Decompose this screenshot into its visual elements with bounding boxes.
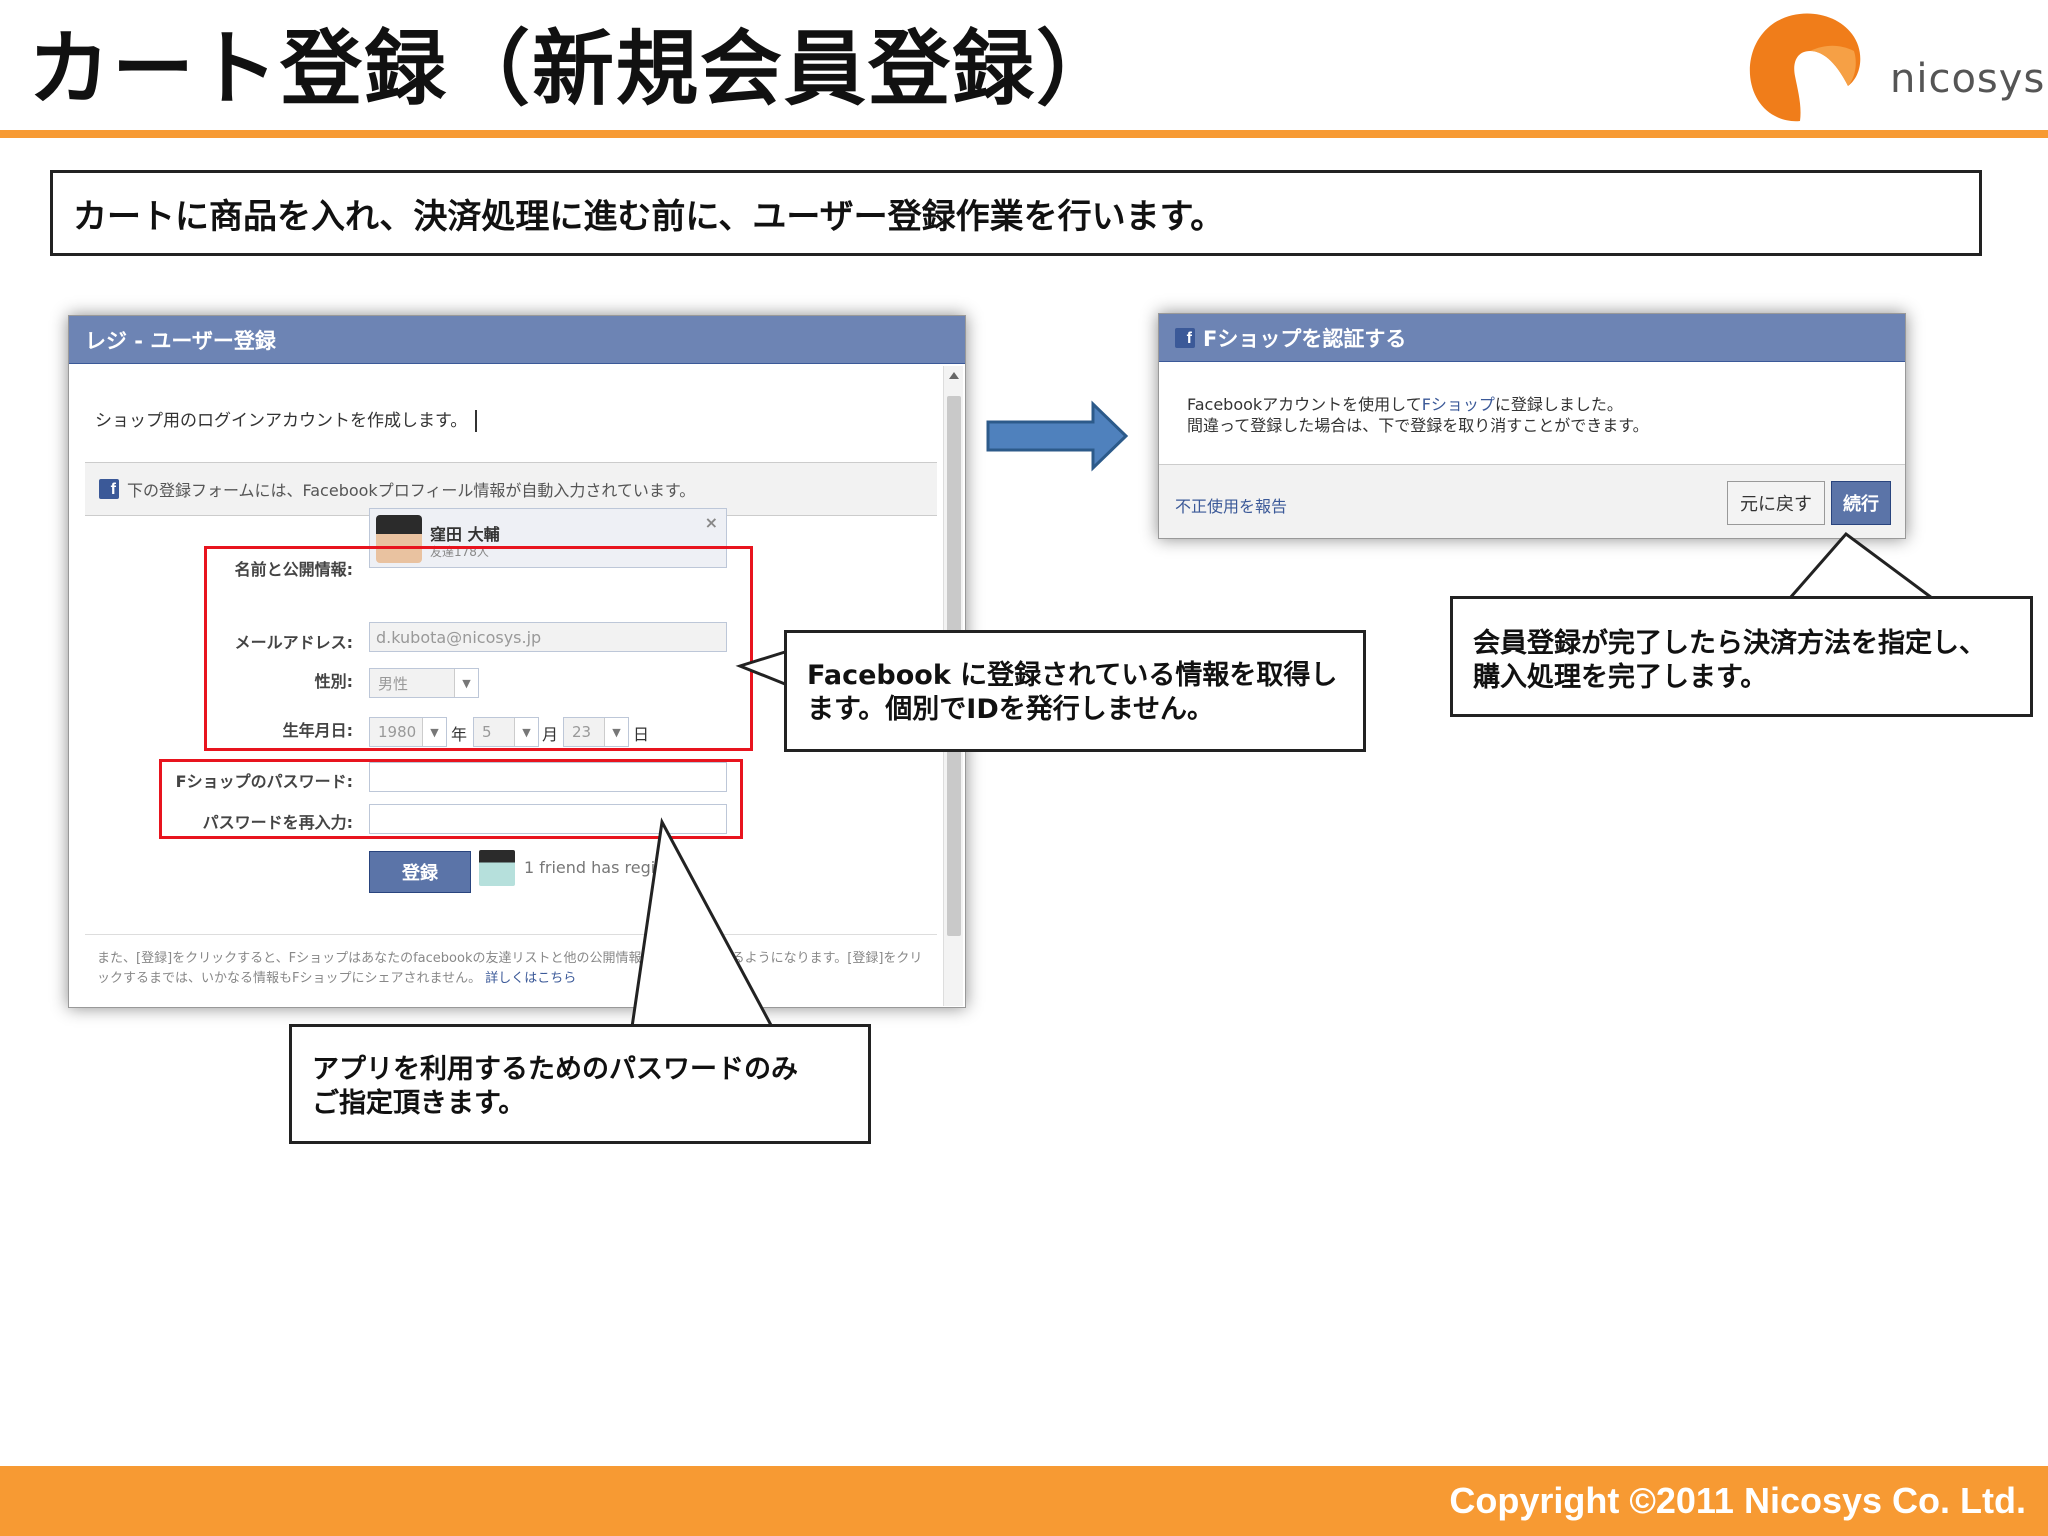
learn-more-link[interactable]: 詳しくはこちら [485, 971, 576, 986]
facebook-icon: f [99, 479, 119, 499]
slide-title: カート登録（新規会員登録） [28, 22, 1121, 117]
close-icon[interactable]: × [705, 513, 718, 532]
auth-dialog: f Fショップを認証する Facebookアカウントを使用してFショップに登録し… [1158, 313, 1906, 539]
autofill-notice-text: 下の登録フォームには、Facebookプロフィール情報が自動入力されています。 [127, 481, 696, 500]
callout-facebook-line-1: Facebook に登録されている情報を取得し [807, 660, 1338, 691]
friend-registered-text: 1 friend has regis [524, 858, 664, 877]
intro-text: カートに商品を入れ、決済処理に進む前に、ユーザー登録作業を行います。 [73, 196, 1225, 237]
register-dialog-titlebar: レジ - ユーザー登録 [69, 316, 965, 364]
friend-avatar [479, 850, 515, 886]
text-cursor [475, 410, 478, 432]
register-button[interactable]: 登録 [369, 851, 471, 893]
profile-name: 窪田 大輔 [430, 525, 500, 544]
logo-text: nicosys [1890, 56, 2046, 102]
callout-facebook-info: Facebook に登録されている情報を取得し ます。個別でIDを発行しません。 [784, 630, 1366, 752]
arrow-right-icon [986, 400, 1129, 472]
password-highlight [159, 759, 743, 839]
callout-pointer-complete [1788, 531, 1933, 600]
register-intro-text: ショップ用のログインアカウントを作成します。 [95, 411, 468, 431]
auth-dialog-titlebar: f Fショップを認証する [1159, 314, 1905, 362]
register-intro: ショップ用のログインアカウントを作成します。 [95, 406, 478, 432]
callout-complete-line-1: 会員登録が完了したら決済方法を指定し、 [1473, 628, 1986, 659]
auth-message-line-1: Facebookアカウントを使用してFショップに登録しました。 [1187, 394, 1649, 415]
auth-message-line-2: 間違って登録した場合は、下で登録を取り消すことができます。 [1187, 416, 1649, 435]
revert-button[interactable]: 元に戻す [1727, 481, 1825, 525]
auth-message-post: に登録しました。 [1494, 395, 1623, 414]
header-divider [0, 130, 2048, 138]
auth-dialog-title: Fショップを認証する [1203, 326, 1407, 351]
report-abuse-link[interactable]: 不正使用を報告 [1175, 493, 1287, 517]
continue-button[interactable]: 続行 [1831, 481, 1891, 525]
auth-message: Facebookアカウントを使用してFショップに登録しました。 間違って登録した… [1187, 394, 1649, 436]
callout-facebook-line-2: ます。個別でIDを発行しません。 [807, 694, 1214, 725]
callout-password-line-2: ご指定頂きます。 [312, 1088, 526, 1119]
facebook-info-highlight [204, 546, 753, 751]
callout-password: アプリを利用するためのパスワードのみ ご指定頂きます。 [289, 1024, 871, 1144]
register-dialog-footer: また、[登録]をクリックすると、Fショップはあなたのfacebookの友達リスト… [85, 934, 937, 989]
auth-message-pre: Facebookアカウントを使用して [1187, 395, 1422, 414]
auth-dialog-footer: 不正使用を報告 元に戻す 続行 [1159, 464, 1905, 538]
callout-complete-line-2: 購入処理を完了します。 [1473, 662, 1768, 693]
register-dialog-title: レジ - ユーザー登録 [85, 328, 276, 353]
callout-complete: 会員登録が完了したら決済方法を指定し、 購入処理を完了します。 [1450, 596, 2033, 717]
nicosys-logo-icon [1749, 13, 1861, 122]
copyright: Copyright ©2011 Nicosys Co. Ltd. [1449, 1480, 2026, 1521]
scroll-up-icon[interactable] [949, 372, 959, 379]
intro-description: カートに商品を入れ、決済処理に進む前に、ユーザー登録作業を行います。 [50, 170, 1982, 256]
shop-link[interactable]: Fショップ [1422, 395, 1495, 414]
callout-password-line-1: アプリを利用するためのパスワードのみ [312, 1054, 798, 1085]
facebook-icon: f [1175, 327, 1195, 348]
